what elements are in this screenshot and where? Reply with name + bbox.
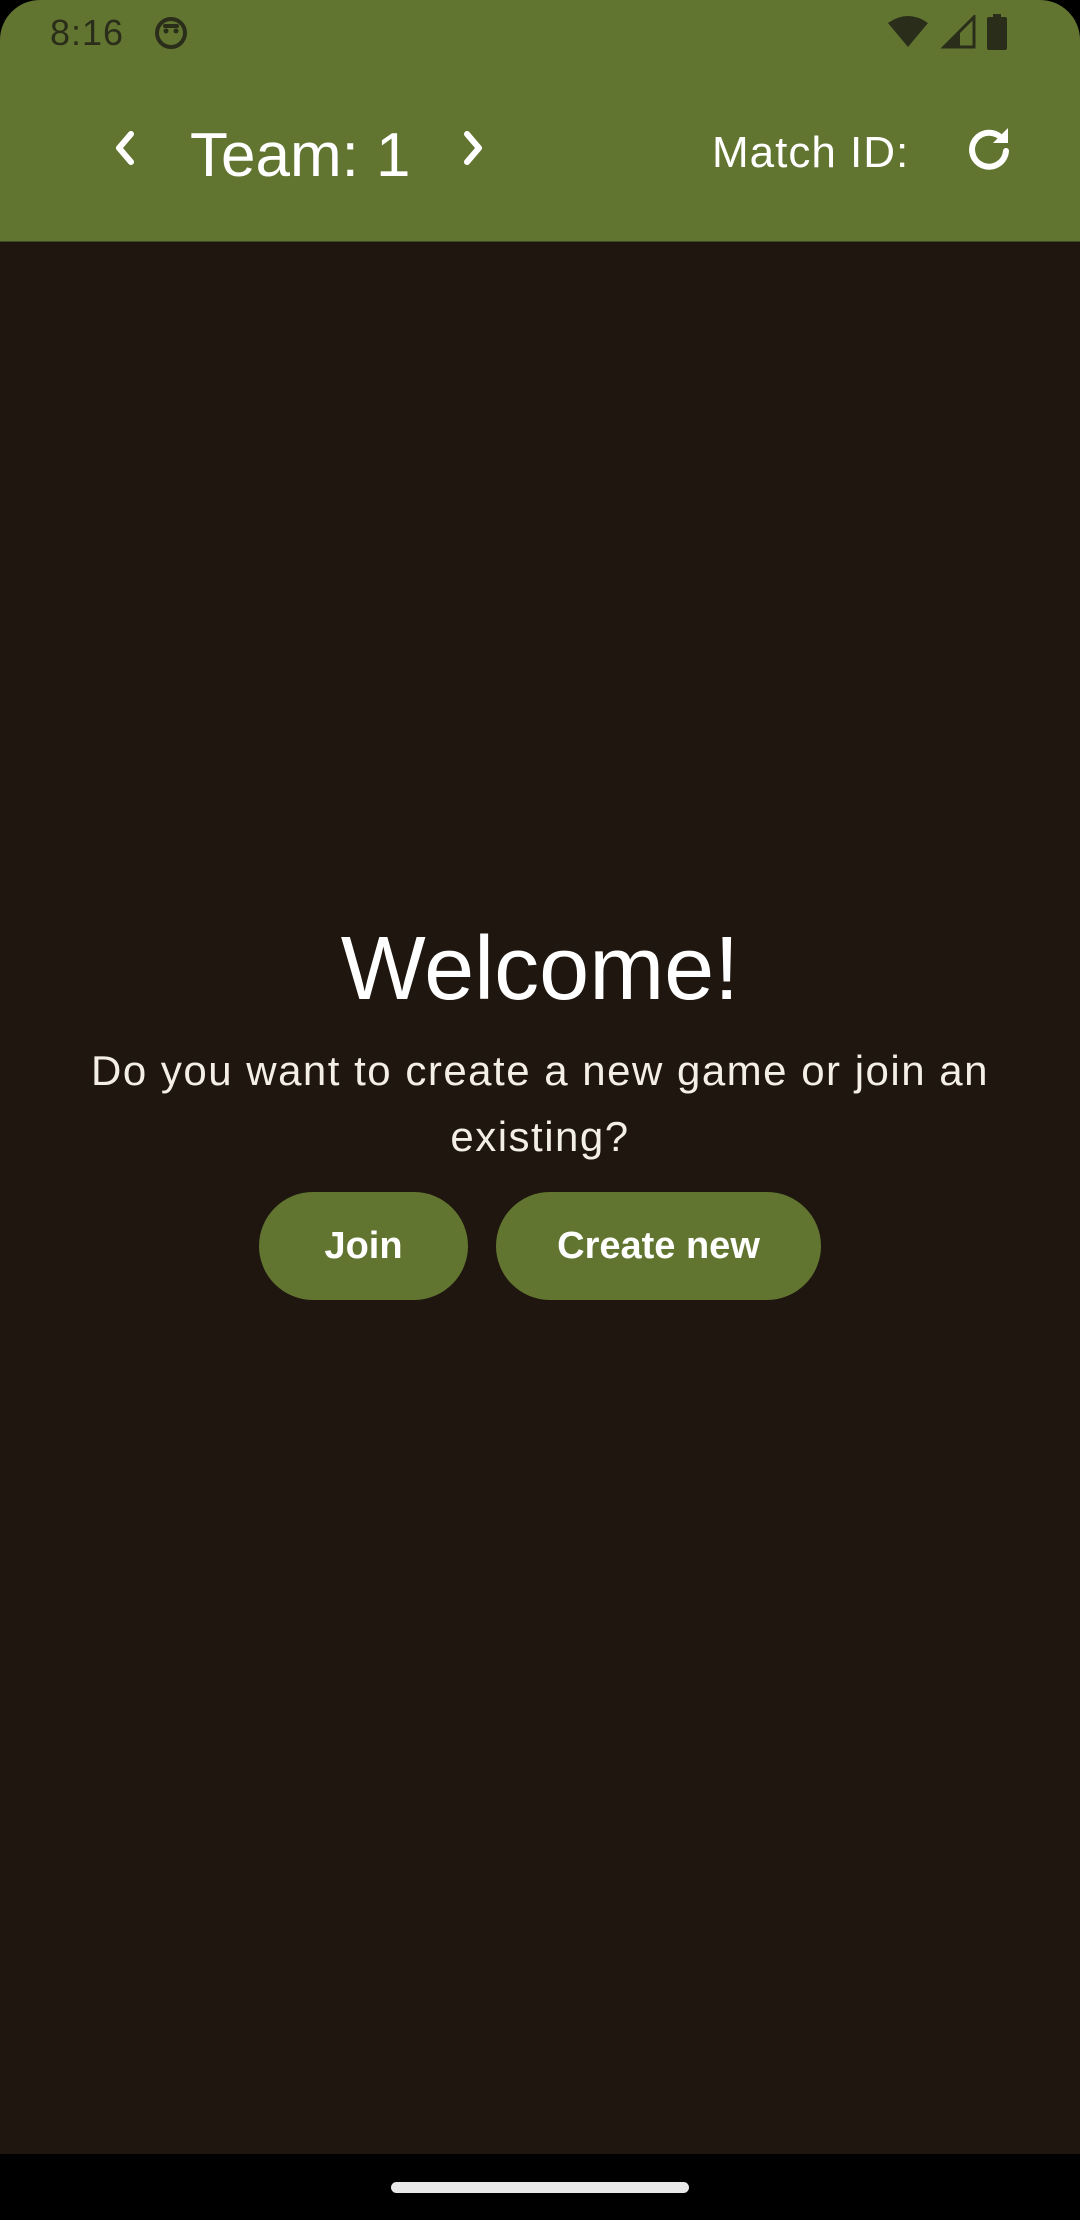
refresh-button[interactable] (958, 120, 1020, 182)
chevron-right-icon (457, 128, 487, 173)
chevron-left-icon (111, 128, 141, 173)
team-title: Team: 1 (190, 121, 411, 190)
app-screen: 8:16 Team: 1 Match ID: Welcome! Do you w… (0, 0, 1080, 2220)
battery-icon (986, 14, 1008, 50)
previous-team-button[interactable] (98, 122, 154, 178)
app-bar: Team: 1 Match ID: (0, 66, 1080, 242)
wifi-icon (886, 15, 930, 49)
welcome-title: Welcome! (340, 919, 740, 1019)
status-icons (886, 14, 1008, 50)
main-content: Welcome! Do you want to create a new gam… (0, 242, 1080, 2154)
refresh-icon (964, 124, 1014, 179)
status-bar: 8:16 (0, 0, 1080, 66)
welcome-subtitle: Do you want to create a new game or join… (91, 1047, 989, 1160)
system-navigation-bar (0, 2154, 1080, 2220)
app-notification-icon (154, 16, 188, 50)
join-button[interactable]: Join (259, 1192, 468, 1300)
create-new-button[interactable]: Create new (496, 1192, 821, 1300)
status-time: 8:16 (50, 12, 125, 53)
match-id-label: Match ID: (712, 128, 910, 177)
home-gesture-handle[interactable] (391, 2182, 689, 2193)
signal-icon (940, 15, 976, 49)
top-bar: 8:16 Team: 1 Match ID: (0, 0, 1080, 242)
next-team-button[interactable] (444, 122, 500, 178)
